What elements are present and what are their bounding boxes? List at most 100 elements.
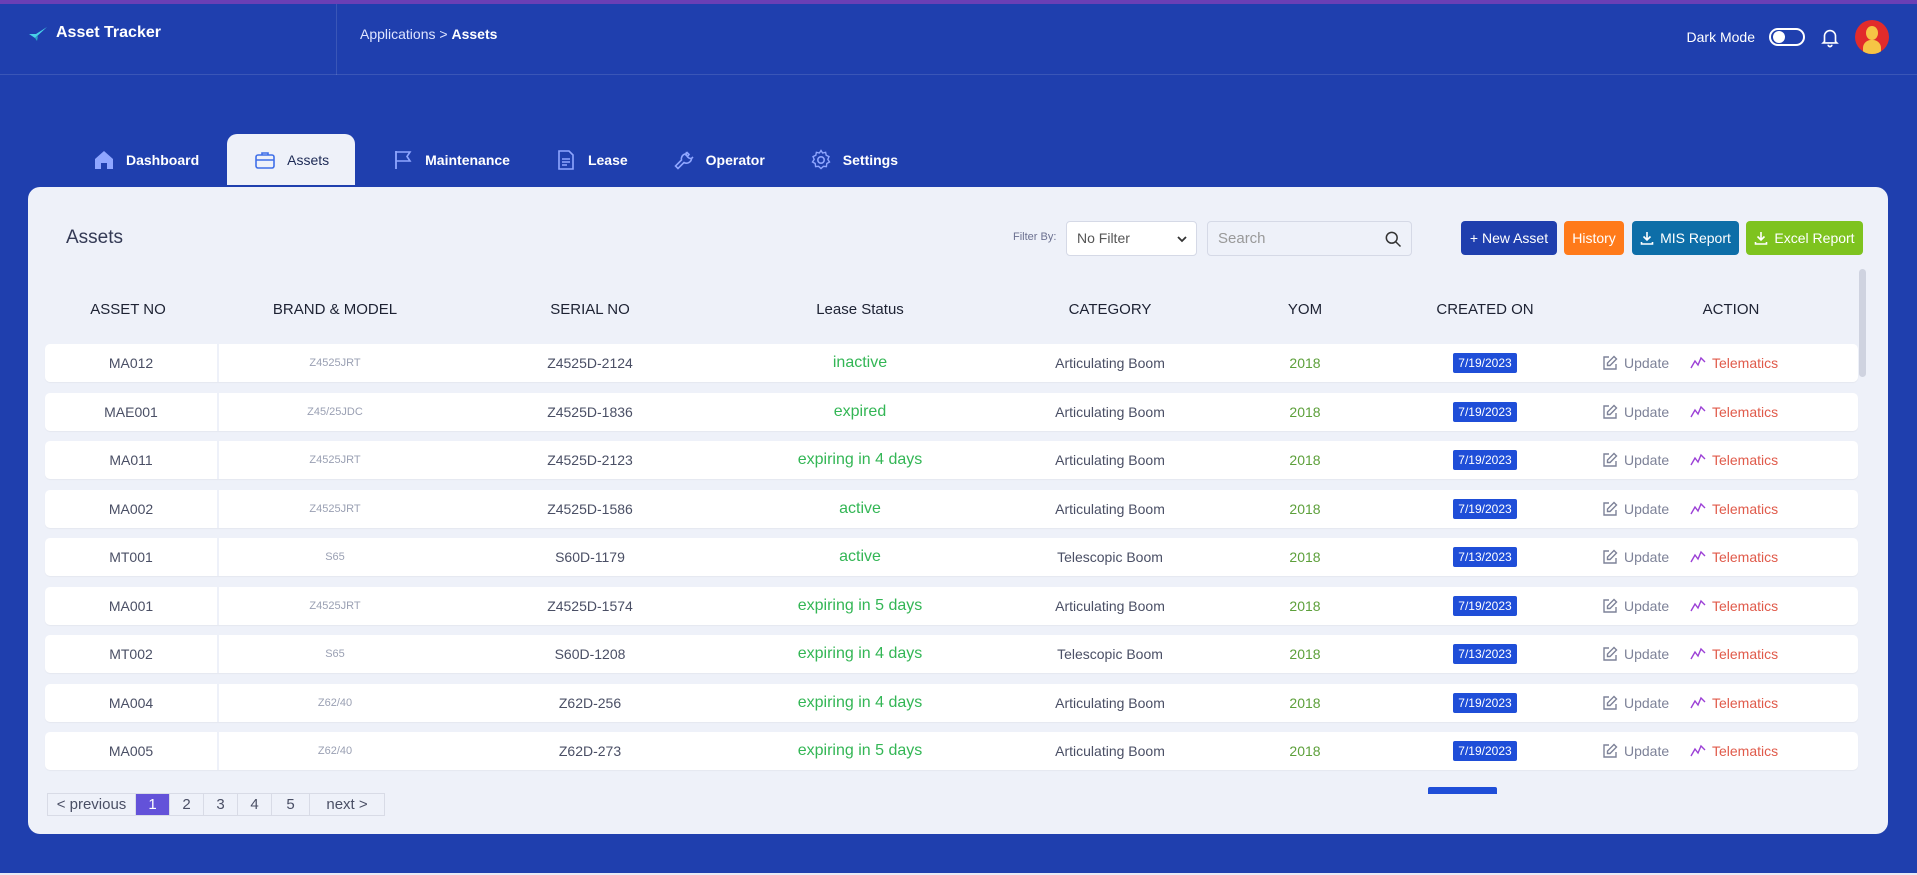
yom-cell: 2018 [1289, 597, 1321, 614]
lease-status-cell: expiring in 5 days [797, 596, 923, 614]
table-row: MA002 Z4525JRT Z4525D-1586 active Articulati… [45, 489, 1858, 528]
update-action[interactable]: Update [1602, 587, 1682, 625]
trend-icon [1690, 453, 1706, 466]
tab-label: Lease [587, 151, 628, 168]
telematics-action[interactable]: Telematics [1690, 684, 1800, 722]
telematics-action[interactable]: Telematics [1690, 732, 1800, 770]
avatar[interactable] [1855, 20, 1889, 54]
edit-icon [1603, 743, 1618, 758]
search-input[interactable]: Search [1207, 221, 1412, 256]
breadcrumb-parent[interactable]: Applications [360, 26, 436, 42]
created-on-cell: 7/19/2023 [1425, 732, 1545, 770]
yom-cell: 2018 [1289, 355, 1321, 371]
pagination-page[interactable]: 4 [238, 794, 272, 815]
update-label: Update [1624, 646, 1670, 662]
pagination-page[interactable]: 5 [272, 794, 310, 815]
asset-no-cell: MA004 [108, 694, 154, 711]
brand-model-cell: S65 [325, 551, 345, 563]
date-badge: 7/19/2023 [1453, 498, 1517, 519]
new-asset-button[interactable]: + New Asset [1461, 221, 1557, 255]
update-label: Update [1624, 694, 1670, 711]
created-on-cell: 7/19/2023 [1425, 344, 1545, 382]
excel-report-button[interactable]: Excel Report [1746, 221, 1863, 255]
telematics-label: Telematics [1712, 597, 1779, 614]
pagination-previous[interactable]: < previous [48, 794, 136, 815]
row-separator [217, 538, 219, 576]
trend-icon [1690, 550, 1706, 563]
update-action[interactable]: Update [1602, 684, 1682, 722]
category-cell: Articulating Boom [1055, 355, 1165, 371]
telematics-label: Telematics [1712, 500, 1779, 517]
lease-status-cell: active [839, 548, 881, 565]
update-action[interactable]: Update [1602, 490, 1682, 528]
update-action[interactable]: Update [1602, 441, 1682, 479]
mis-report-button[interactable]: MIS Report [1632, 221, 1739, 255]
tab-label: Operator [705, 151, 765, 168]
tab-dashboard[interactable]: Dashboard [70, 134, 221, 185]
pagination-page[interactable]: 2 [170, 794, 204, 815]
table-row: MA012 Z4525JRT Z4525D-2124 inactive Articula… [45, 344, 1858, 382]
date-badge: 7/19/2023 [1453, 401, 1517, 422]
brand-model-cell: Z4525JRT [309, 599, 361, 612]
telematics-action[interactable]: Telematics [1690, 393, 1800, 431]
tab-lease[interactable]: Lease [532, 134, 650, 185]
pagination-page[interactable]: 1 [136, 794, 170, 815]
serial-no-cell: Z4525D-2123 [547, 452, 633, 468]
update-action[interactable]: Update [1602, 393, 1682, 431]
table-scrollbar-thumb[interactable] [1859, 269, 1866, 377]
date-badge: 7/19/2023 [1453, 353, 1517, 373]
date-badge: 7/19/2023 [1453, 692, 1517, 713]
telematics-action[interactable]: Telematics [1690, 587, 1800, 625]
filter-select[interactable]: No Filter [1066, 221, 1197, 256]
telematics-action[interactable]: Telematics [1690, 490, 1800, 528]
column-header: CATEGORY [1068, 301, 1152, 318]
asset-no-cell: MA002 [108, 500, 154, 517]
tab-assets[interactable]: Assets [227, 134, 356, 185]
table-row: MA001 Z4525JRT Z4525D-1574 expiring in 5 da… [45, 586, 1858, 625]
row-separator [217, 683, 219, 722]
tab-label: Assets [287, 151, 330, 168]
telematics-label: Telematics [1712, 549, 1779, 565]
flag-icon [395, 150, 412, 169]
lease-status-cell: expired [833, 402, 887, 420]
search-icon[interactable] [1383, 229, 1403, 249]
edit-icon [1603, 501, 1618, 516]
pagination-page[interactable]: 3 [204, 794, 238, 815]
excel-report-label: Excel Report [1774, 230, 1855, 246]
brand-model-cell: Z45/25JDC [307, 405, 363, 418]
telematics-label: Telematics [1712, 452, 1779, 468]
update-label: Update [1624, 452, 1670, 468]
telematics-action[interactable]: Telematics [1690, 344, 1800, 382]
bell-icon[interactable] [1819, 26, 1841, 48]
edit-icon [1603, 695, 1618, 710]
brand-model-cell: S65 [325, 648, 345, 660]
serial-no-cell: Z4525D-1836 [547, 403, 633, 420]
update-action[interactable]: Update [1602, 344, 1682, 382]
download-icon [1640, 232, 1654, 245]
tab-operator[interactable]: Operator [650, 134, 787, 185]
tab-maintenance[interactable]: Maintenance [369, 134, 532, 185]
category-cell: Articulating Boom [1055, 743, 1165, 759]
telematics-action[interactable]: Telematics [1690, 538, 1800, 576]
tab-settings[interactable]: Settings [787, 134, 920, 185]
history-button[interactable]: History [1564, 221, 1624, 255]
update-action[interactable]: Update [1602, 538, 1682, 576]
lease-status-cell: active [839, 499, 881, 517]
telematics-action[interactable]: Telematics [1690, 635, 1800, 673]
pagination-next[interactable]: next > [310, 794, 384, 815]
telematics-action[interactable]: Telematics [1690, 441, 1800, 479]
header-divider [336, 4, 337, 75]
avatar-body [1863, 40, 1881, 54]
category-cell: Articulating Boom [1055, 500, 1165, 517]
telematics-label: Telematics [1712, 694, 1779, 711]
category-cell: Articulating Boom [1055, 403, 1165, 420]
dark-mode-toggle[interactable] [1769, 28, 1805, 46]
brand-model-cell: Z62/40 [317, 745, 353, 757]
lease-status-cell: expiring in 4 days [797, 451, 923, 468]
update-action[interactable]: Update [1602, 635, 1682, 673]
lease-status-cell: expiring in 4 days [797, 693, 923, 711]
update-action[interactable]: Update [1602, 732, 1682, 770]
trend-icon [1690, 599, 1706, 611]
brand[interactable]: Asset Tracker [28, 24, 161, 42]
column-header: Lease Status [816, 301, 904, 318]
